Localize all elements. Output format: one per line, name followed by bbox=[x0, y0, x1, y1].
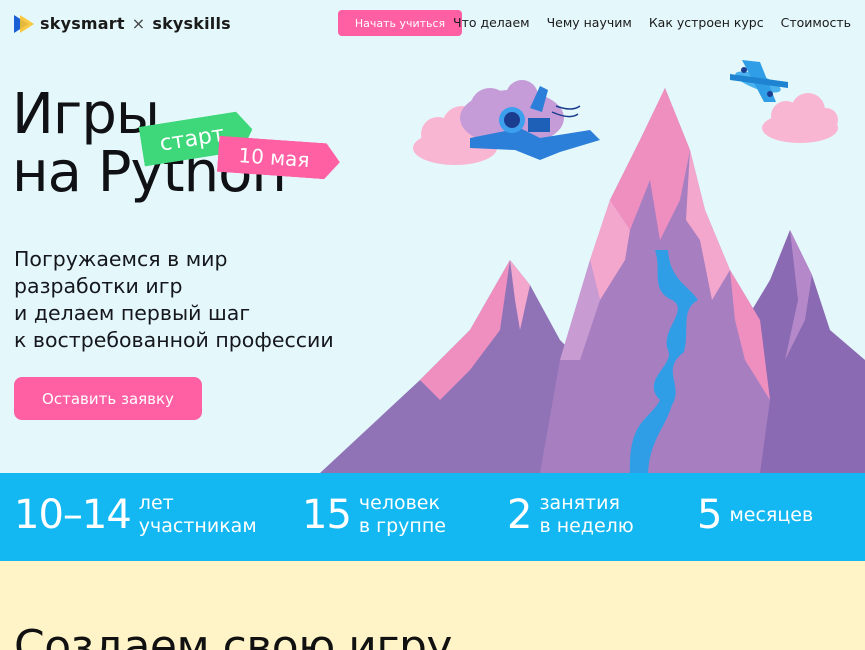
stat-group-size: 15 человек в группе bbox=[302, 491, 446, 539]
stat-label: человек в группе bbox=[359, 492, 446, 538]
brand-logo[interactable]: skysmart × skyskills bbox=[14, 14, 231, 33]
stat-label-line: человек bbox=[358, 492, 440, 514]
nav-course-structure[interactable]: Как устроен курс bbox=[649, 15, 764, 30]
stat-age: 10–14 лет участникам bbox=[14, 491, 257, 539]
stat-label-line: занятия bbox=[539, 492, 620, 514]
subtitle-line: разработки игр bbox=[14, 274, 183, 298]
submit-application-button[interactable]: Оставить заявку bbox=[14, 377, 202, 420]
nav-what-we-teach[interactable]: Чему научим bbox=[547, 15, 632, 30]
stat-label-line: в неделю bbox=[539, 515, 634, 537]
stat-number: 5 bbox=[697, 492, 722, 538]
stat-lessons: 2 занятия в неделю bbox=[507, 491, 634, 539]
subtitle-line: к востребованной профессии bbox=[14, 328, 334, 352]
stat-label-line: месяцев bbox=[729, 503, 814, 526]
logo-secondary: skyskills bbox=[152, 14, 231, 33]
hero-section: skysmart × skyskills Начать учиться Что … bbox=[0, 0, 865, 473]
course-section: Создаем свою игру bbox=[0, 561, 865, 650]
nav-pricing[interactable]: Стоимость bbox=[781, 15, 851, 30]
start-learning-button[interactable]: Начать учиться bbox=[338, 10, 462, 36]
stat-label-line: участникам bbox=[138, 515, 257, 537]
stat-label: лет участникам bbox=[139, 492, 257, 538]
logo-separator: × bbox=[131, 14, 146, 33]
logo-primary: skysmart bbox=[40, 14, 125, 33]
stat-label: занятия в неделю bbox=[539, 492, 633, 538]
hero-subtitle: Погружаемся в мир разработки игр и делае… bbox=[14, 246, 334, 354]
main-nav: Что делаем Чему научим Как устроен курс … bbox=[453, 15, 851, 30]
stat-duration: 5 месяцев bbox=[697, 491, 813, 539]
section-heading: Создаем свою игру bbox=[14, 621, 452, 650]
stat-number: 2 bbox=[507, 492, 532, 538]
airplane-illustration bbox=[730, 60, 788, 102]
play-triangle-logo-icon bbox=[14, 14, 34, 33]
stat-label: месяцев bbox=[729, 504, 813, 527]
stat-number: 10–14 bbox=[14, 492, 132, 538]
stat-number: 15 bbox=[302, 492, 352, 538]
stat-label-line: в группе bbox=[358, 515, 446, 537]
nav-what-we-do[interactable]: Что делаем bbox=[453, 15, 530, 30]
subtitle-line: Погружаемся в мир bbox=[14, 247, 228, 271]
stat-label-line: лет bbox=[138, 492, 174, 514]
stats-bar: 10–14 лет участникам 15 человек в группе… bbox=[0, 473, 865, 561]
subtitle-line: и делаем первый шаг bbox=[14, 301, 251, 325]
